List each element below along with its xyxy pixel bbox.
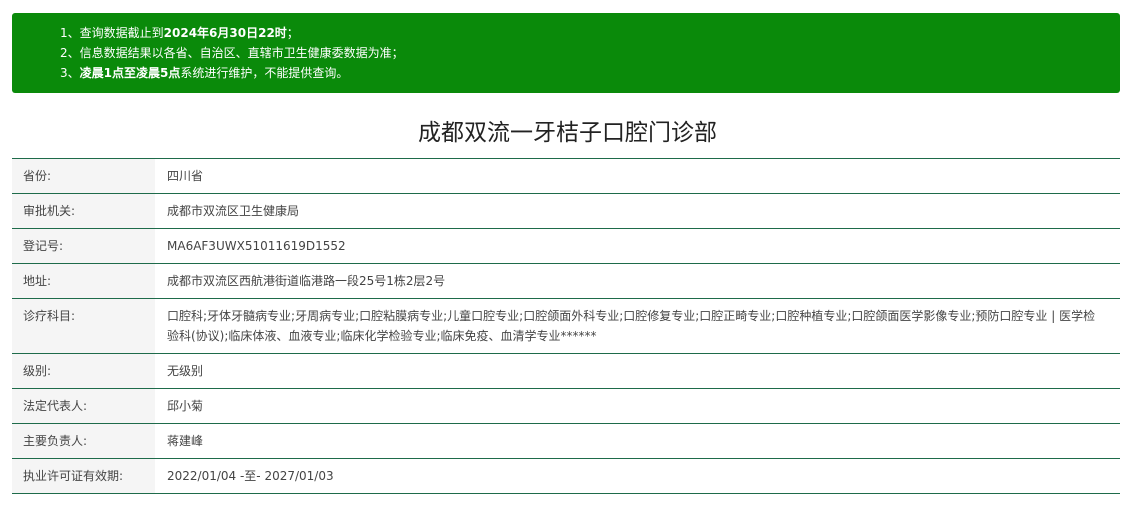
info-table: 省份: 四川省 审批机关: 成都市双流区卫生健康局 登记号: MA6AF3UWX…	[12, 158, 1120, 494]
notice-line-1-suffix: ；	[286, 26, 299, 40]
row-medical-subjects: 诊疗科目: 口腔科;牙体牙髓病专业;牙周病专业;口腔粘膜病专业;儿童口腔专业;口…	[12, 299, 1120, 354]
page-title: 成都双流一牙桔子口腔门诊部	[418, 120, 717, 146]
row-province: 省份: 四川省	[12, 159, 1120, 194]
row-license-validity: 执业许可证有效期: 2022/01/04 -至- 2027/01/03	[12, 459, 1120, 494]
notice-line-3: 3、凌晨1点至凌晨5点系统进行维护，不能提供查询。	[60, 63, 1120, 83]
row-label: 级别:	[12, 354, 155, 388]
notice-banner: 1、查询数据截止到2024年6月30日22时； 2、信息数据结果以各省、自治区、…	[12, 13, 1120, 93]
row-value: MA6AF3UWX51011619D1552	[167, 239, 346, 253]
row-value: 成都市双流区卫生健康局	[167, 204, 300, 218]
notice-line-2: 2、信息数据结果以各省、自治区、直辖市卫生健康委数据为准；	[60, 43, 1120, 63]
row-label: 审批机关:	[12, 194, 155, 228]
row-address: 地址: 成都市双流区西航港街道临港路一段25号1栋2层2号	[12, 264, 1120, 299]
notice-line-2-text: 2、信息数据结果以各省、自治区、直辖市卫生健康委数据为准；	[60, 46, 404, 60]
notice-line-1-date: 2024年6月30日22时	[163, 26, 287, 40]
notice-line-3-hours: 凌晨1点至凌晨5点	[79, 66, 181, 80]
row-value: 成都市双流区西航港街道临港路一段25号1栋2层2号	[167, 274, 446, 288]
row-value: 四川省	[167, 169, 204, 183]
row-value: 2022/01/04 -至- 2027/01/03	[167, 469, 334, 483]
notice-line-1: 1、查询数据截止到2024年6月30日22时；	[60, 23, 1120, 43]
row-value: 口腔科;牙体牙髓病专业;牙周病专业;口腔粘膜病专业;儿童口腔专业;口腔颌面外科专…	[167, 309, 1096, 343]
row-approval-authority: 审批机关: 成都市双流区卫生健康局	[12, 194, 1120, 229]
row-value: 无级别	[167, 364, 204, 378]
notice-line-1-prefix: 1、查询数据截止到	[60, 26, 164, 40]
notice-line-3-prefix: 3、	[60, 66, 80, 80]
row-label: 执业许可证有效期:	[12, 459, 155, 493]
row-registration-number: 登记号: MA6AF3UWX51011619D1552	[12, 229, 1120, 264]
row-label: 诊疗科目:	[12, 299, 155, 353]
row-legal-representative: 法定代表人: 邱小菊	[12, 389, 1120, 424]
row-value: 邱小菊	[167, 399, 204, 413]
notice-line-3-suffix: 系统进行维护，不能提供查询。	[180, 66, 349, 80]
row-label: 地址:	[12, 264, 155, 298]
row-label: 登记号:	[12, 229, 155, 263]
row-principal: 主要负责人: 蒋建峰	[12, 424, 1120, 459]
row-label: 法定代表人:	[12, 389, 155, 423]
row-label: 主要负责人:	[12, 424, 155, 458]
row-label: 省份:	[12, 159, 155, 193]
row-value: 蒋建峰	[167, 434, 204, 448]
row-level: 级别: 无级别	[12, 354, 1120, 389]
